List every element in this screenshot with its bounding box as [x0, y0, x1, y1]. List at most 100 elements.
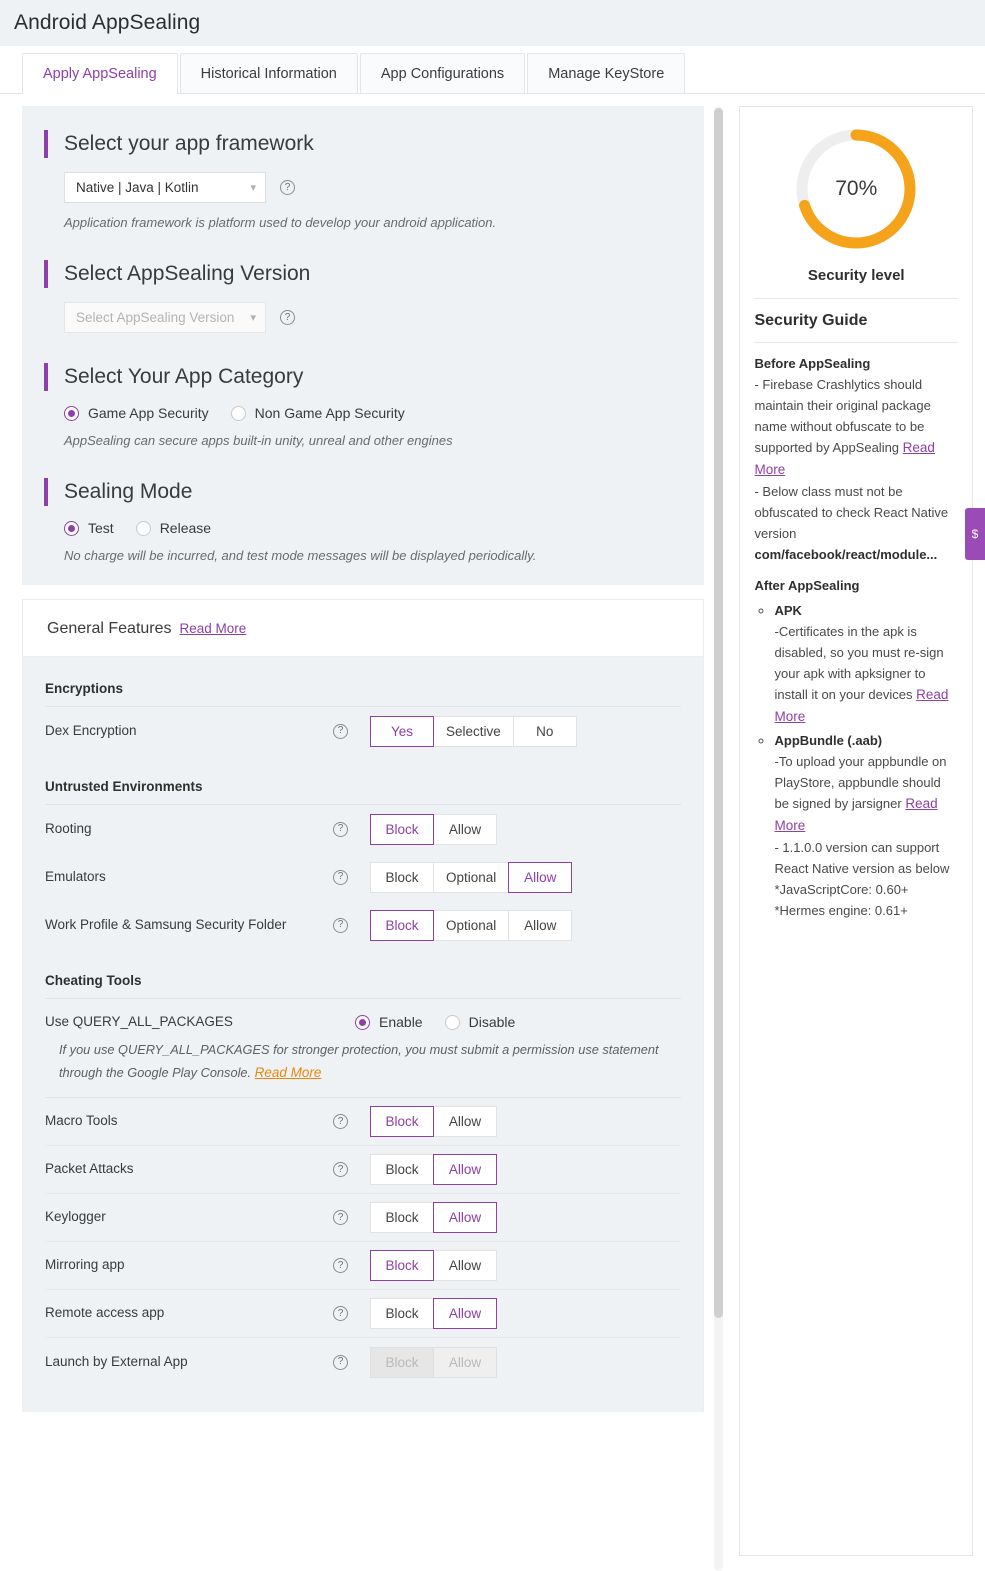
before-appsealing-line-2: - Below class must not be obfuscated to … [754, 483, 949, 541]
option-optional[interactable]: Optional [433, 909, 510, 941]
feature-row-work-profile: Work Profile & Samsung Security Folder ?… [45, 901, 681, 949]
radio-game-app-security[interactable]: Game App Security [64, 405, 209, 421]
chevron-down-icon: ▾ [250, 182, 256, 194]
radio-disable[interactable]: Disable [444, 1014, 515, 1030]
framework-select-value: Native | Java | Kotlin [76, 180, 199, 195]
accent-bar [44, 478, 48, 506]
appsealing-version-placeholder: Select AppSealing Version [76, 310, 235, 325]
tab-apply-appsealing[interactable]: Apply AppSealing [22, 53, 178, 94]
radio-release[interactable]: Release [135, 520, 212, 536]
query-all-packages-read-more-link[interactable]: Read More [255, 1065, 322, 1080]
tab-bar: Apply AppSealing Historical Information … [0, 46, 985, 94]
security-level-donut: 70% [792, 125, 920, 253]
segmented-control-macro-tools: Block Allow [370, 1106, 497, 1138]
option-block[interactable]: Block [370, 1202, 434, 1234]
feature-row-packet-attacks: Packet Attacks ? Block Allow [45, 1146, 681, 1195]
appsealing-version-select[interactable]: Select AppSealing Version ▾ [64, 302, 266, 333]
option-allow[interactable]: Allow [508, 909, 573, 941]
group-title-untrusted-environments: Untrusted Environments [45, 755, 681, 805]
floating-side-tab-label: $ [971, 527, 979, 541]
feature-label: Dex Encryption [45, 722, 137, 738]
option-allow[interactable]: Allow [433, 1106, 497, 1138]
radio-dot-icon [135, 520, 151, 536]
option-yes[interactable]: Yes [370, 715, 434, 747]
accent-bar [44, 363, 48, 391]
general-features-read-more-link[interactable]: Read More [180, 621, 247, 636]
help-icon[interactable]: ? [333, 1114, 348, 1130]
section-appsealing-version: Select AppSealing Version Select AppSeal… [22, 260, 704, 333]
segmented-control-mirroring-app: Block Allow [370, 1250, 497, 1282]
option-no[interactable]: No [512, 715, 577, 747]
scrollbar-thumb[interactable] [713, 108, 723, 1318]
general-features-card: General Features Read More Encryptions D… [22, 599, 704, 1413]
feature-label: Remote access app [45, 1305, 165, 1321]
help-icon[interactable]: ? [333, 1258, 348, 1274]
tab-app-configurations[interactable]: App Configurations [359, 53, 526, 93]
main-scrollbar[interactable] [710, 106, 726, 1571]
help-icon[interactable]: ? [333, 1210, 348, 1226]
security-level-label: Security level [807, 267, 905, 284]
option-allow[interactable]: Allow [433, 1202, 497, 1234]
section-title-app-category: Select Your App Category [44, 363, 704, 391]
section-heading-text: Select your app framework [64, 132, 314, 155]
help-icon[interactable]: ? [333, 869, 348, 885]
chevron-down-icon: ▾ [250, 312, 256, 324]
general-features-header: General Features Read More [23, 600, 703, 657]
option-allow[interactable]: Allow [433, 1250, 497, 1282]
security-guide-body: Before AppSealing - Firebase Crashlytics… [754, 353, 958, 921]
option-allow[interactable]: Allow [433, 813, 497, 845]
feature-row-query-all-packages: Use QUERY_ALL_PACKAGES Enable Disable [45, 999, 681, 1037]
option-allow[interactable]: Allow [433, 1154, 497, 1186]
help-icon[interactable]: ? [333, 1306, 348, 1322]
segmented-control-dex-encryption: Yes Selective No [370, 715, 577, 747]
feature-label: Launch by External App [45, 1353, 188, 1369]
tab-historical-information[interactable]: Historical Information [179, 53, 358, 93]
feature-label: Keylogger [45, 1209, 106, 1225]
help-icon[interactable]: ? [333, 723, 348, 739]
help-icon[interactable]: ? [333, 1162, 348, 1178]
option-block[interactable]: Block [370, 861, 434, 893]
section-heading-text: Select AppSealing Version [64, 262, 311, 285]
feature-label: Rooting [45, 820, 92, 836]
option-block[interactable]: Block [370, 1298, 434, 1330]
segmented-control-work-profile: Block Optional Allow [370, 909, 573, 941]
option-block[interactable]: Block [370, 909, 434, 941]
option-block[interactable]: Block [370, 1106, 434, 1138]
segmented-control-remote-access-app: Block Allow [370, 1298, 497, 1330]
option-block[interactable]: Block [370, 1250, 434, 1282]
help-icon[interactable]: ? [333, 917, 348, 933]
option-selective[interactable]: Selective [433, 715, 514, 747]
help-icon[interactable]: ? [333, 821, 348, 837]
framework-select[interactable]: Native | Java | Kotlin ▾ [64, 172, 266, 203]
help-icon[interactable]: ? [280, 310, 295, 325]
list-item: AppBundle (.aab) -To upload your appbund… [774, 730, 958, 921]
help-icon[interactable]: ? [333, 1354, 348, 1370]
feature-row-emulators: Emulators ? Block Optional Allow [45, 853, 681, 901]
radio-non-game-app-security[interactable]: Non Game App Security [230, 405, 405, 421]
feature-label: Work Profile & Samsung Security Folder [45, 916, 287, 932]
radio-label: Release [159, 520, 212, 536]
option-block[interactable]: Block [370, 1154, 434, 1186]
radio-test[interactable]: Test [64, 520, 114, 536]
option-block[interactable]: Block [370, 813, 434, 845]
floating-side-tab[interactable]: $ [965, 508, 985, 560]
help-icon[interactable]: ? [280, 180, 295, 195]
radio-label: Enable [379, 1014, 423, 1030]
option-allow[interactable]: Allow [433, 1298, 497, 1330]
security-guide-title: Security Guide [754, 312, 868, 329]
section-title-app-framework: Select your app framework [44, 130, 704, 158]
framework-row: Native | Java | Kotlin ▾ ? [44, 172, 704, 203]
sealing-mode-hint: No charge will be incurred, and test mod… [64, 548, 537, 563]
javascriptcore-version: *JavaScriptCore: 0.60+ [774, 882, 909, 897]
feature-row-launch-by-external-app: Launch by External App ? Block Allow [45, 1338, 681, 1386]
tab-manage-keystore[interactable]: Manage KeyStore [527, 53, 686, 93]
radio-enable[interactable]: Enable [355, 1014, 423, 1030]
after-appsealing-list: APK -Certificates in the apk is disabled… [754, 600, 958, 921]
feature-row-dex-encryption: Dex Encryption ? Yes Selective No [45, 707, 681, 755]
feature-label: Mirroring app [45, 1257, 125, 1273]
segmented-control-launch-by-external-app: Block Allow [370, 1346, 497, 1378]
before-appsealing-heading: Before AppSealing [754, 356, 871, 371]
radio-label: Test [88, 520, 114, 536]
option-allow[interactable]: Allow [508, 861, 573, 893]
option-optional[interactable]: Optional [433, 861, 510, 893]
